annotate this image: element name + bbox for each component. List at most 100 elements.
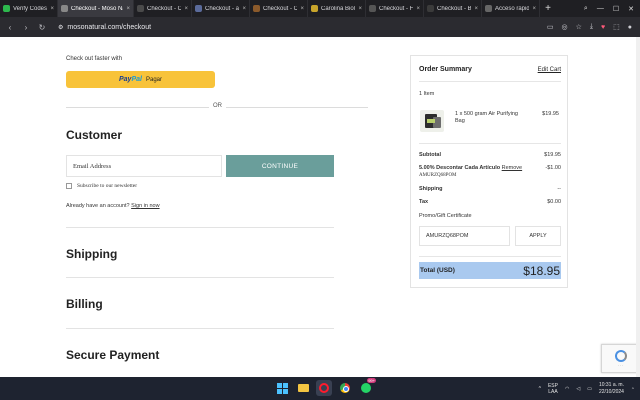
total-row: Total (USD) $18.95	[419, 262, 561, 279]
or-text: OR	[209, 103, 226, 109]
billing-heading[interactable]: Billing	[66, 297, 103, 311]
back-icon[interactable]: ‹	[6, 23, 14, 32]
tab-favicon-icon	[253, 5, 260, 12]
taskbar-apps: 99+	[274, 378, 376, 396]
account-prompt: Already have an account? Sign in now	[66, 203, 160, 209]
tab-close-icon[interactable]: ×	[358, 6, 362, 12]
tab-title: Checkout - Choffy	[263, 5, 297, 12]
sign-in-link[interactable]: Sign in now	[131, 203, 159, 209]
tab-close-icon[interactable]: ×	[50, 6, 54, 12]
shipping-row: Shipping --	[419, 186, 561, 192]
file-explorer-button[interactable]	[295, 380, 311, 396]
translate-icon[interactable]: ▭	[547, 23, 554, 31]
tab-close-icon[interactable]: ×	[532, 6, 536, 12]
battery-icon[interactable]: ▭	[587, 386, 592, 392]
search-tabs-icon[interactable]: ⌕	[584, 5, 588, 13]
total-label: Total (USD)	[420, 267, 455, 274]
whatsapp-button[interactable]: 99+	[358, 378, 376, 396]
clock-date: 22/10/2024	[598, 388, 624, 395]
show-hidden-icons[interactable]: ^	[539, 386, 541, 392]
browser-tab[interactable]: Checkout - aurLin×	[192, 0, 250, 17]
summary-divider	[419, 143, 561, 144]
forward-icon[interactable]: ›	[22, 23, 30, 32]
notifications-icon[interactable]: ◔	[631, 386, 634, 392]
tab-title: Checkout - Flower	[379, 5, 414, 12]
item-count: 1 Item	[419, 91, 435, 97]
summary-divider	[419, 256, 561, 257]
discount-info: 5.00% Descontar Cada Artículo Remove AMU…	[419, 165, 522, 180]
browser-tab[interactable]: Checkout - Flower×	[366, 0, 424, 17]
extensions-icon[interactable]: ⬚	[613, 23, 620, 31]
profile-icon[interactable]: ●	[628, 24, 632, 31]
promo-code-input[interactable]: AMURZQ68POM	[419, 226, 510, 246]
paypal-button[interactable]: Pay Pal Pagar	[66, 71, 215, 88]
language-indicator[interactable]: ESP LAA	[548, 383, 558, 395]
tab-close-icon[interactable]: ×	[474, 6, 478, 12]
tab-close-icon[interactable]: ×	[300, 6, 304, 12]
taskbar: 99+ ^ ESP LAA ◠ ◁ ▭ 10:31 a. m. 22/10/20…	[0, 377, 640, 400]
download-icon[interactable]: ⤓	[590, 23, 593, 31]
tab-close-icon[interactable]: ×	[242, 6, 246, 12]
newsletter-option[interactable]: Subscribe to our newsletter	[66, 183, 137, 189]
address-tools: ▭ ◎ ☆ ⤓ ♥ ⬚ ●	[547, 17, 632, 37]
tab-title: Checkout - aurLin	[205, 5, 240, 12]
newsletter-checkbox[interactable]	[66, 183, 72, 189]
bookmark-icon[interactable]: ☆	[576, 23, 582, 31]
chrome-icon	[340, 383, 350, 393]
browser-tab-bar: Verify Codes×Checkout - Moso Natural×Che…	[0, 0, 640, 17]
shipping-heading[interactable]: Shipping	[66, 247, 117, 261]
camera-icon[interactable]: ◎	[561, 23, 567, 31]
reload-icon[interactable]: ↻	[38, 23, 46, 32]
product-label-image	[427, 119, 435, 123]
tab-favicon-icon	[311, 5, 318, 12]
promo-row: Promo/Gift Certificate	[419, 213, 561, 219]
browser-tab[interactable]: Checkout - Clearly×	[134, 0, 192, 17]
tax-value: $0.00	[547, 199, 561, 205]
continue-button[interactable]: CONTINUE	[226, 155, 334, 177]
whatsapp-icon	[361, 383, 371, 393]
system-tray: ^ ESP LAA ◠ ◁ ▭ 10:31 a. m. 22/10/2024 ◔	[539, 377, 634, 400]
tab-favicon-icon	[61, 5, 68, 12]
browser-tab[interactable]: Checkout - Moso Natural×	[58, 0, 134, 17]
recaptcha-badge[interactable]: · · ·	[601, 344, 640, 373]
clock[interactable]: 10:31 a. m. 22/10/2024	[599, 382, 624, 395]
browser-tab[interactable]: Checkout - Choffy×	[250, 0, 308, 17]
site-info-icon[interactable]: ⚙	[58, 24, 63, 31]
discount-row: 5.00% Descontar Cada Artículo Remove AMU…	[419, 165, 561, 180]
remove-discount-link[interactable]: Remove	[502, 165, 522, 171]
browser-tab[interactable]: Checkout - Bloom×	[424, 0, 482, 17]
url-text[interactable]: mosonatural.com/checkout	[67, 24, 151, 31]
url-field[interactable]: ⚙ mosonatural.com/checkout	[58, 24, 151, 31]
browser-tab[interactable]: Verify Codes ×	[0, 0, 58, 17]
new-tab-button[interactable]: +	[540, 3, 556, 14]
address-bar: ‹ › ↻ ⚙ mosonatural.com/checkout ▭ ◎ ☆ ⤓…	[0, 17, 640, 37]
browser-tab[interactable]: Carolina Biological×	[308, 0, 366, 17]
item-price: $19.95	[542, 111, 559, 117]
page-scrollbar[interactable]	[636, 37, 640, 377]
discount-value: -$1.00	[545, 165, 561, 171]
volume-icon[interactable]: ◁	[576, 386, 580, 392]
tab-close-icon[interactable]: ×	[126, 6, 130, 12]
opera-browser-button[interactable]	[316, 380, 332, 396]
chrome-button[interactable]	[337, 380, 353, 396]
apply-button[interactable]: APPLY	[515, 226, 561, 246]
product-thumbnail	[420, 110, 444, 132]
tab-close-icon[interactable]: ×	[416, 6, 420, 12]
wifi-icon[interactable]: ◠	[565, 386, 569, 392]
browser-tab[interactable]: Acceso rápido ×	[482, 0, 540, 17]
subtotal-value: $19.95	[544, 152, 561, 158]
item-count-row: 1 Item	[419, 91, 561, 97]
secure-payment-heading[interactable]: Secure Payment	[66, 348, 159, 362]
summary-header: Order Summary Edit Cart	[419, 66, 561, 73]
heart-icon[interactable]: ♥	[601, 24, 605, 31]
close-window-button[interactable]: ✕	[628, 5, 634, 13]
minimize-button[interactable]: —	[597, 5, 604, 12]
maximize-button[interactable]: ☐	[613, 5, 619, 13]
start-button[interactable]	[274, 380, 290, 396]
edit-cart-link[interactable]: Edit Cart	[538, 67, 561, 73]
item-name: 1 x 500 gram Air Purifying Bag	[455, 111, 518, 125]
email-field[interactable]: Email Address	[66, 155, 222, 177]
clock-time: 10:31 a. m.	[598, 382, 624, 388]
tab-close-icon[interactable]: ×	[184, 6, 188, 12]
customer-heading: Customer	[66, 128, 123, 142]
